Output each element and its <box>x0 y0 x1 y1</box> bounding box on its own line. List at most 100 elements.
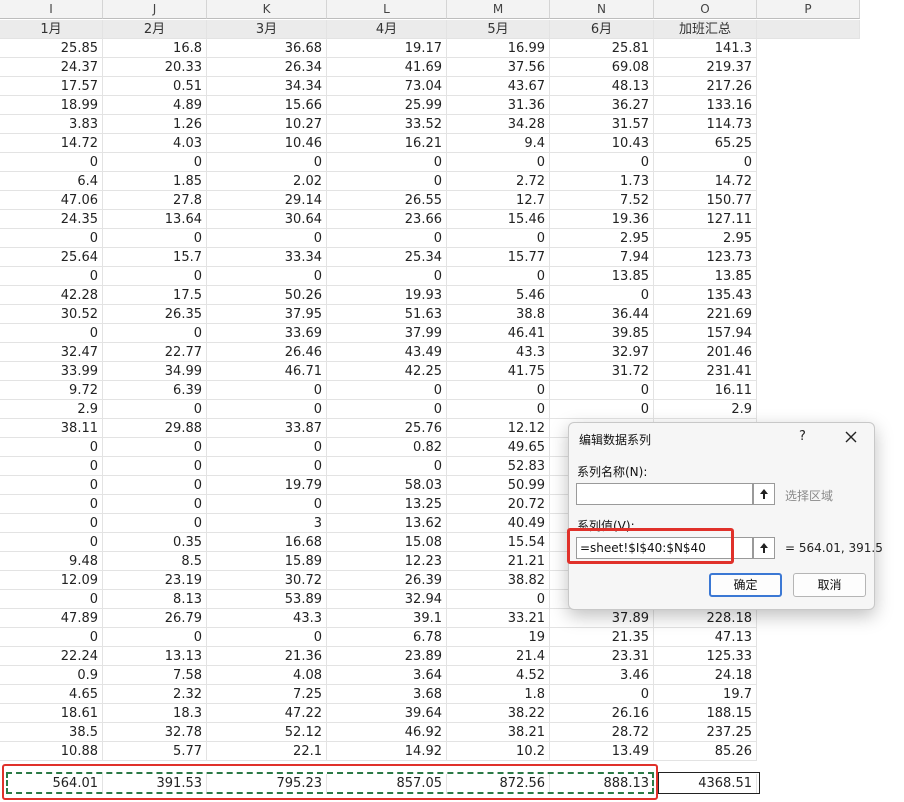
cell[interactable]: 0 <box>0 324 103 343</box>
cell[interactable]: 25.34 <box>327 248 447 267</box>
cell[interactable]: 6.78 <box>327 628 447 647</box>
cell[interactable]: 0 <box>103 438 207 457</box>
cell[interactable]: 12.7 <box>447 191 550 210</box>
cell[interactable]: 2.32 <box>103 685 207 704</box>
cell[interactable]: 85.26 <box>654 742 757 761</box>
cell[interactable]: 53.89 <box>207 590 327 609</box>
cell[interactable]: 0 <box>0 590 103 609</box>
cell[interactable]: 2.9 <box>654 400 757 419</box>
cell[interactable]: 15.77 <box>447 248 550 267</box>
cell[interactable]: 0 <box>447 590 550 609</box>
cell[interactable]: 0 <box>550 400 654 419</box>
cell[interactable]: 0 <box>207 381 327 400</box>
cell[interactable]: 26.34 <box>207 58 327 77</box>
cell[interactable]: 50.26 <box>207 286 327 305</box>
cell[interactable]: 3.64 <box>327 666 447 685</box>
cell[interactable]: 0 <box>103 628 207 647</box>
cell[interactable]: 10.2 <box>447 742 550 761</box>
cell[interactable]: 0 <box>0 495 103 514</box>
cell[interactable]: 7.58 <box>103 666 207 685</box>
cell[interactable]: 15.7 <box>103 248 207 267</box>
cell[interactable]: 14.72 <box>0 134 103 153</box>
cell[interactable]: 23.89 <box>327 647 447 666</box>
column-header-j[interactable]: J <box>103 0 207 19</box>
cell[interactable]: 4.65 <box>0 685 103 704</box>
cell[interactable]: 2.9 <box>0 400 103 419</box>
cell[interactable]: 13.62 <box>327 514 447 533</box>
cell[interactable]: 0 <box>0 267 103 286</box>
cell[interactable]: 0 <box>0 628 103 647</box>
cell[interactable]: 1.26 <box>103 115 207 134</box>
cell[interactable]: 41.75 <box>447 362 550 381</box>
cell[interactable]: 2.02 <box>207 172 327 191</box>
cell[interactable]: 73.04 <box>327 77 447 96</box>
cell[interactable]: 47.22 <box>207 704 327 723</box>
cell[interactable]: 34.99 <box>103 362 207 381</box>
column-header-k[interactable]: K <box>207 0 327 19</box>
cell[interactable]: 13.25 <box>327 495 447 514</box>
cell[interactable]: 26.46 <box>207 343 327 362</box>
cell[interactable]: 69.08 <box>550 58 654 77</box>
cell[interactable]: 4.52 <box>447 666 550 685</box>
cell[interactable]: 135.43 <box>654 286 757 305</box>
cell[interactable]: 150.77 <box>654 191 757 210</box>
cell[interactable]: 52.83 <box>447 457 550 476</box>
cell[interactable]: 0 <box>103 495 207 514</box>
cell[interactable]: 47.06 <box>0 191 103 210</box>
cell[interactable]: 157.94 <box>654 324 757 343</box>
cell[interactable]: 10.88 <box>0 742 103 761</box>
cell[interactable]: 58.03 <box>327 476 447 495</box>
cell[interactable]: 16.99 <box>447 39 550 58</box>
cell[interactable]: 0 <box>0 229 103 248</box>
cell[interactable]: 2.95 <box>654 229 757 248</box>
cell[interactable]: 0 <box>327 172 447 191</box>
cell[interactable]: 564.01 <box>0 774 103 794</box>
cell[interactable]: 219.37 <box>654 58 757 77</box>
cell[interactable]: 201.46 <box>654 343 757 362</box>
cell[interactable]: 39.85 <box>550 324 654 343</box>
cell[interactable]: 43.49 <box>327 343 447 362</box>
cell[interactable]: 25.85 <box>0 39 103 58</box>
column-header-l[interactable]: L <box>327 0 447 19</box>
cell[interactable]: 9.48 <box>0 552 103 571</box>
cell[interactable]: 17.57 <box>0 77 103 96</box>
cell[interactable]: 0 <box>0 153 103 172</box>
cell[interactable]: 141.3 <box>654 39 757 58</box>
cell[interactable]: 26.16 <box>550 704 654 723</box>
cell[interactable]: 0 <box>0 533 103 552</box>
cell[interactable]: 2.72 <box>447 172 550 191</box>
cell[interactable]: 34.28 <box>447 115 550 134</box>
cell[interactable]: 0 <box>207 229 327 248</box>
cell[interactable]: 34.34 <box>207 77 327 96</box>
cell[interactable]: 4.03 <box>103 134 207 153</box>
cell[interactable]: 14.72 <box>654 172 757 191</box>
cell[interactable]: 3.68 <box>327 685 447 704</box>
cell[interactable]: 50.99 <box>447 476 550 495</box>
cell[interactable]: 391.53 <box>103 774 207 794</box>
cell[interactable]: 39.64 <box>327 704 447 723</box>
cell[interactable]: 26.35 <box>103 305 207 324</box>
cell[interactable]: 125.33 <box>654 647 757 666</box>
cell[interactable]: 123.73 <box>654 248 757 267</box>
ok-button[interactable]: 确定 <box>709 573 782 597</box>
cell[interactable]: 19.36 <box>550 210 654 229</box>
cell[interactable]: 25.64 <box>0 248 103 267</box>
cell[interactable]: 15.66 <box>207 96 327 115</box>
cell[interactable]: 25.76 <box>327 419 447 438</box>
cell[interactable]: 36.27 <box>550 96 654 115</box>
cell[interactable]: 23.19 <box>103 571 207 590</box>
spreadsheet[interactable]: IJKLMNOP 1月 2月 3月 4月 5月 6月 加班汇总 25.85 16.8 36.68 1… <box>0 0 904 802</box>
cell[interactable]: 19.79 <box>207 476 327 495</box>
cell[interactable]: 0 <box>327 381 447 400</box>
cell[interactable]: 23.66 <box>327 210 447 229</box>
cell[interactable]: 40.49 <box>447 514 550 533</box>
cell[interactable]: 19.7 <box>654 685 757 704</box>
cell[interactable]: 49.65 <box>447 438 550 457</box>
cell[interactable]: 28.72 <box>550 723 654 742</box>
cell[interactable]: 0 <box>550 685 654 704</box>
cell[interactable]: 42.25 <box>327 362 447 381</box>
cell[interactable]: 22.24 <box>0 647 103 666</box>
cell[interactable]: 228.18 <box>654 609 757 628</box>
cell[interactable]: 65.25 <box>654 134 757 153</box>
cell[interactable]: 3 <box>207 514 327 533</box>
